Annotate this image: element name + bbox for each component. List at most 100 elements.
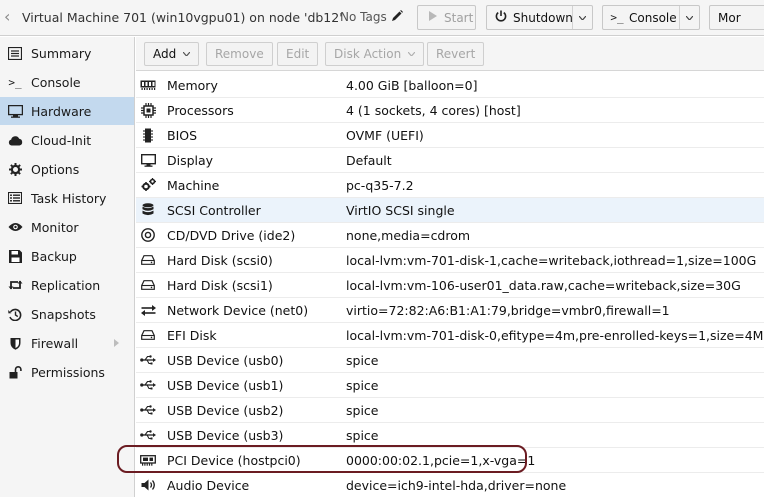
sidebar-item-console[interactable]: >_ Console — [0, 68, 134, 96]
hardware-row-scsi-controller[interactable]: SCSI Controller VirtIO SCSI single — [136, 198, 764, 223]
sidebar-item-label: Permissions — [31, 364, 105, 380]
terminal-icon: >_ — [610, 11, 624, 24]
sidebar-item-options[interactable]: Options — [0, 155, 134, 183]
sidebar-item-label: Options — [31, 161, 80, 177]
hardware-grid: Memory 4.00 GiB [balloon=0] Processors 4… — [136, 73, 764, 497]
add-button[interactable]: Add — [144, 42, 200, 66]
usb-icon — [140, 402, 156, 418]
hardware-row-audio-device[interactable]: Audio Device device=ich9-intel-hda,drive… — [136, 473, 764, 497]
sidebar-item-firewall[interactable]: Firewall — [0, 329, 134, 357]
summary-icon — [6, 46, 24, 60]
hardware-row-bios[interactable]: BIOS OVMF (UEFI) — [136, 123, 764, 148]
hardware-row-name: CD/DVD Drive (ide2) — [167, 228, 296, 243]
hardware-row-efi-disk[interactable]: EFI Disk local-lvm:vm-701-disk-0,efitype… — [136, 323, 764, 348]
usb-icon — [140, 427, 156, 443]
revert-label: Revert — [436, 47, 476, 61]
hardware-row-name: Display — [167, 153, 214, 168]
hardware-row-pci-device[interactable]: PCI Device (hostpci0) 0000:00:02.1,pcie=… — [136, 448, 764, 473]
hardware-row-network-device[interactable]: Network Device (net0) virtio=72:82:A6:B1… — [136, 298, 764, 323]
hardware-row-value: Default — [346, 153, 392, 168]
pencil-icon[interactable] — [391, 9, 403, 23]
start-button[interactable]: Start — [417, 5, 476, 30]
cpu-icon — [140, 102, 156, 118]
remove-button[interactable]: Remove — [206, 42, 273, 66]
console-button[interactable]: >_ Console — [602, 5, 700, 30]
sidebar-item-label: Hardware — [31, 103, 92, 119]
disk-action-button[interactable]: Disk Action — [325, 42, 425, 66]
chevron-down-icon — [408, 52, 416, 56]
memory-icon — [140, 77, 156, 93]
hardware-row-name: USB Device (usb3) — [167, 428, 284, 443]
vm-title: Virtual Machine 701 (win10vgpu01) on nod… — [22, 10, 343, 25]
hardware-row-name: BIOS — [167, 128, 198, 143]
sidebar-item-cloud-init[interactable]: Cloud-Init — [0, 126, 134, 154]
vm-header: ‹ Virtual Machine 701 (win10vgpu01) on n… — [0, 0, 764, 36]
hardware-row-usb1[interactable]: USB Device (usb1) spice — [136, 373, 764, 398]
sidebar-item-label: Summary — [31, 45, 92, 61]
sidebar-item-hardware[interactable]: Hardware — [0, 97, 134, 125]
hardware-row-display[interactable]: Display Default — [136, 148, 764, 173]
sidebar-item-permissions[interactable]: Permissions — [0, 358, 134, 386]
hardware-row-processors[interactable]: Processors 4 (1 sockets, 4 cores) [host] — [136, 98, 764, 123]
edit-button[interactable]: Edit — [277, 42, 319, 66]
sidebar-item-snapshots[interactable]: Snapshots — [0, 300, 134, 328]
console-label: Console — [629, 10, 677, 25]
hardware-row-value: VirtIO SCSI single — [346, 203, 455, 218]
hardware-row-usb3[interactable]: USB Device (usb3) spice — [136, 423, 764, 448]
console-icon: >_ — [8, 75, 22, 89]
hardware-row-value: spice — [346, 403, 379, 418]
console-dropdown-caret[interactable] — [679, 6, 699, 29]
hdd-icon — [140, 252, 156, 268]
hardware-row-usb2[interactable]: USB Device (usb2) spice — [136, 398, 764, 423]
sidebar-item-label: Firewall — [31, 335, 79, 351]
hardware-row-name: Machine — [167, 178, 220, 193]
sidebar-item-summary[interactable]: Summary — [0, 39, 134, 67]
more-button[interactable]: Mor — [709, 5, 764, 30]
floppy-icon — [6, 249, 24, 263]
usb-icon — [140, 352, 156, 368]
sidebar-item-label: Backup — [31, 248, 77, 264]
unlock-icon — [6, 365, 24, 379]
hardware-row-value: OVMF (UEFI) — [346, 128, 424, 143]
hardware-row-hard-disk-scsi1[interactable]: Hard Disk (scsi1) local-lvm:vm-106-user0… — [136, 273, 764, 298]
sidebar-item-replication[interactable]: Replication — [0, 271, 134, 299]
database-icon — [140, 202, 156, 218]
revert-button[interactable]: Revert — [427, 42, 485, 66]
hardware-row-value: virtio=72:82:A6:B1:A1:79,bridge=vmbr0,fi… — [346, 303, 670, 318]
sidebar-item-label: Cloud-Init — [31, 132, 92, 148]
remove-label: Remove — [215, 47, 264, 61]
hardware-row-usb0[interactable]: USB Device (usb0) spice — [136, 348, 764, 373]
hardware-toolbar: Add Remove Edit Disk Action Revert — [136, 37, 764, 71]
hardware-row-value: 4 (1 sockets, 4 cores) [host] — [346, 103, 521, 118]
usb-icon — [140, 377, 156, 393]
hardware-row-hard-disk-scsi0[interactable]: Hard Disk (scsi0) local-lvm:vm-701-disk-… — [136, 248, 764, 273]
sidebar: Summary >_ Console Hardware Cloud-Init O… — [0, 37, 135, 497]
add-label: Add — [153, 47, 177, 61]
tags-label[interactable]: No Tags — [340, 10, 387, 24]
hardware-row-memory[interactable]: Memory 4.00 GiB [balloon=0] — [136, 73, 764, 98]
pci-card-icon — [140, 452, 156, 468]
sidebar-item-backup[interactable]: Backup — [0, 242, 134, 270]
hardware-row-value: 0000:00:02.1,pcie=1,x-vga=1 — [346, 453, 536, 468]
sidebar-item-label: Task History — [31, 190, 107, 206]
hardware-row-cdrom[interactable]: CD/DVD Drive (ide2) none,media=cdrom — [136, 223, 764, 248]
shutdown-dropdown-caret[interactable] — [572, 6, 592, 29]
collapse-chevron-icon[interactable]: ‹ — [4, 9, 14, 25]
desktop-icon — [140, 152, 156, 168]
sidebar-item-label: Monitor — [31, 219, 79, 235]
gear-icon — [6, 162, 24, 176]
hardware-icon — [6, 104, 24, 118]
eye-icon — [6, 222, 24, 232]
expand-arrow-icon[interactable] — [114, 339, 119, 347]
shutdown-button[interactable]: Shutdown — [486, 5, 593, 30]
hardware-row-value: spice — [346, 378, 379, 393]
hardware-row-value: local-lvm:vm-106-user01_data.raw,cache=w… — [346, 278, 741, 293]
microchip-icon — [140, 127, 156, 143]
hardware-row-name: Network Device (net0) — [167, 303, 309, 318]
hardware-row-name: SCSI Controller — [167, 203, 261, 218]
hardware-row-name: Hard Disk (scsi1) — [167, 278, 273, 293]
hardware-row-machine[interactable]: Machine pc-q35-7.2 — [136, 173, 764, 198]
sidebar-item-monitor[interactable]: Monitor — [0, 213, 134, 241]
sidebar-item-task-history[interactable]: Task History — [0, 184, 134, 212]
list-icon — [6, 192, 24, 204]
